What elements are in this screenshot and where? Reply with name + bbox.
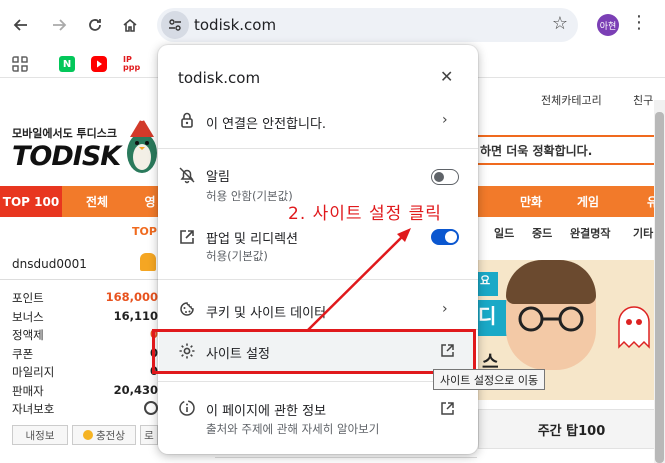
annotation-instruction: 2. 사이트 설정 클릭 — [288, 204, 442, 224]
annotation-arrow-icon — [307, 228, 411, 331]
